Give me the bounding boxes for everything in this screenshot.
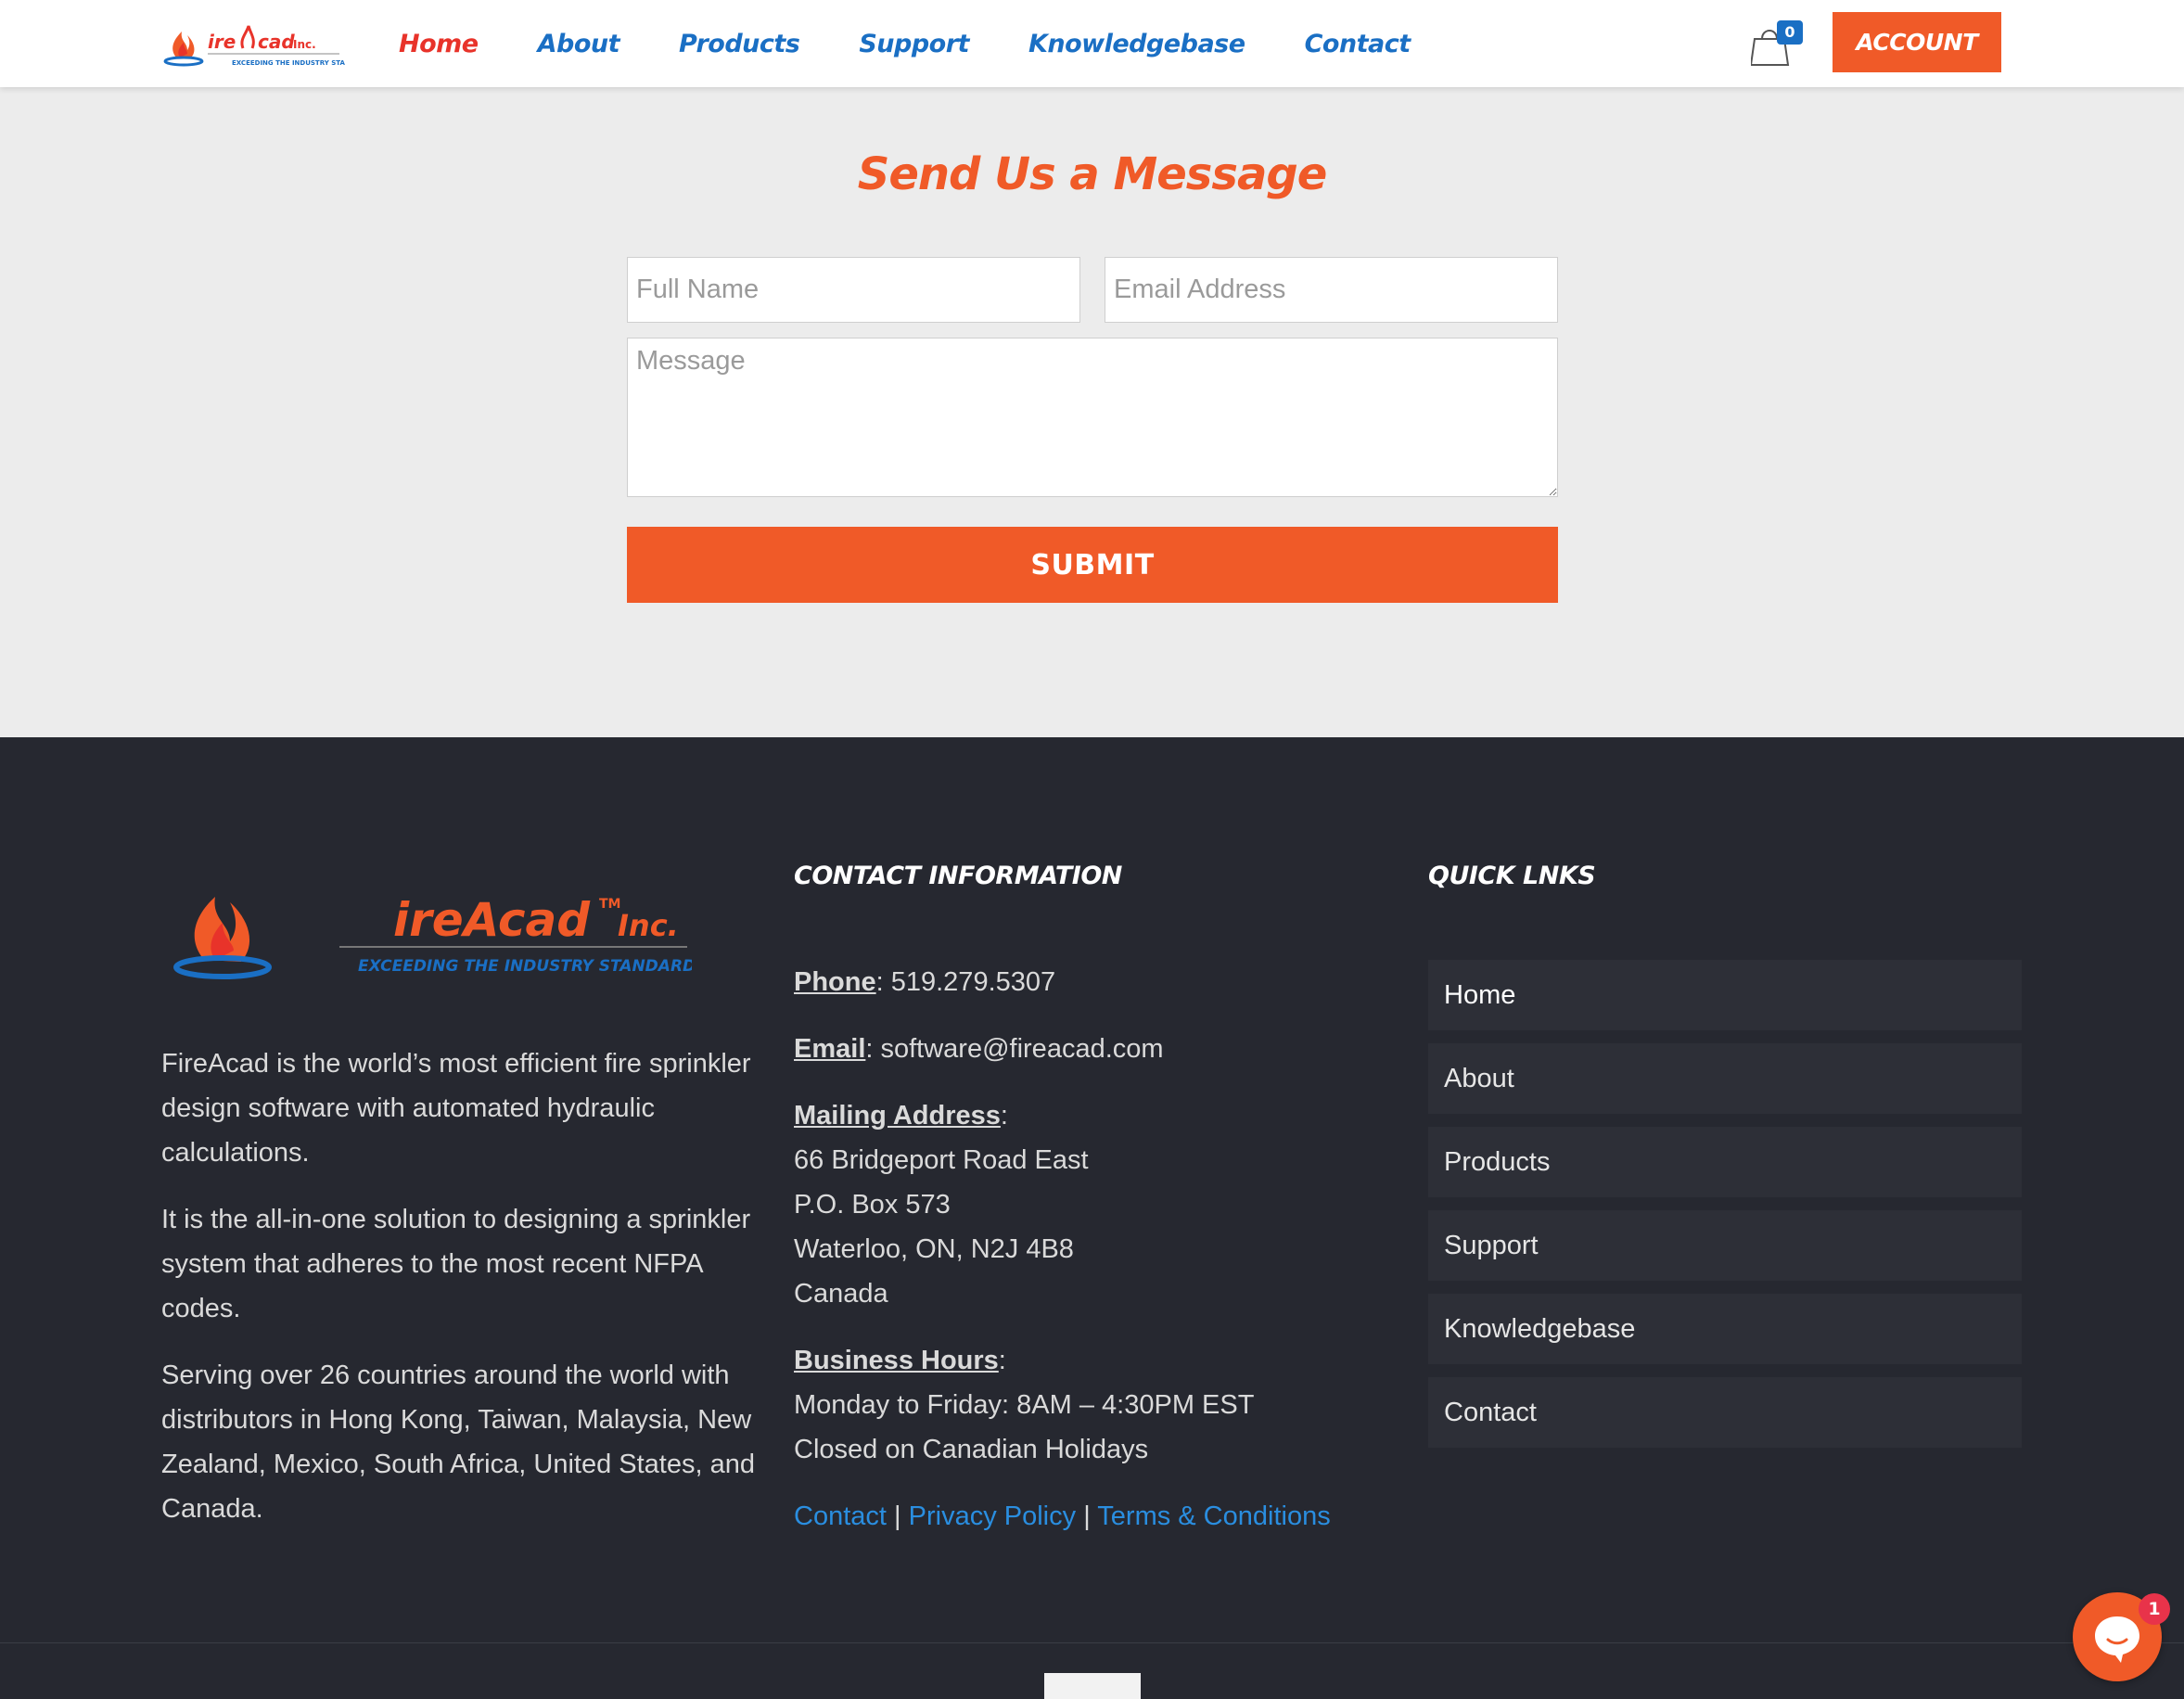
back-to-top-tab[interactable]: [1044, 1673, 1141, 1699]
phone-value: : 519.279.5307: [875, 967, 1056, 997]
email-line: Email: software@fireacad.com: [794, 1027, 1369, 1071]
main-nav: Home About Products Support Knowledgebas…: [399, 0, 1470, 87]
quick-link-products[interactable]: Products: [1428, 1127, 2022, 1197]
about-paragraph: FireAcad is the world’s most efficient f…: [161, 1049, 751, 1168]
email-label: Email: [794, 1034, 866, 1064]
form-title: Send Us a Message: [857, 148, 1328, 200]
contact-heading: CONTACT INFORMATION: [794, 862, 1122, 890]
about-paragraph: Serving over 26 countries around the wor…: [161, 1360, 755, 1524]
phone-label: Phone: [794, 967, 876, 997]
quick-link-home[interactable]: Home: [1428, 960, 2022, 1030]
quick-links-heading: QUICK LNKS: [1428, 862, 1596, 890]
phone-line: Phone: 519.279.5307: [794, 960, 1369, 1004]
footer-divider: [0, 1642, 2184, 1643]
nav-contact[interactable]: Contact: [1305, 30, 1411, 58]
footer-link-contact[interactable]: Contact: [794, 1501, 887, 1531]
hours-label: Business Hours: [794, 1346, 999, 1375]
quick-link-about[interactable]: About: [1428, 1043, 2022, 1114]
mailing-label: Mailing Address: [794, 1101, 1001, 1131]
nav-products[interactable]: Products: [679, 30, 800, 58]
quick-link-contact[interactable]: Contact: [1428, 1377, 2022, 1448]
footer-logo-suffix: Inc.: [618, 908, 679, 943]
svg-text:EXCEEDING THE INDUSTRY STANDAR: EXCEEDING THE INDUSTRY STANDARD: [232, 59, 345, 67]
site-footer: ireAcad TM Inc. EXCEEDING THE INDUSTRY S…: [0, 737, 2184, 1699]
legal-links: Contact | Privacy Policy | Terms & Condi…: [794, 1501, 1331, 1531]
email-input[interactable]: [1105, 257, 1558, 323]
quick-links-list: Home About Products Support Knowledgebas…: [1428, 960, 2022, 1461]
address-line: P.O. Box 573: [794, 1190, 951, 1220]
hours-line: Monday to Friday: 8AM – 4:30PM EST: [794, 1390, 1255, 1420]
nav-about[interactable]: About: [538, 30, 620, 58]
footer-logo-tagline: EXCEEDING THE INDUSTRY STANDARD: [358, 957, 692, 976]
full-name-input[interactable]: [627, 257, 1080, 323]
footer-link-privacy[interactable]: Privacy Policy: [909, 1501, 1077, 1531]
cart-count-badge: 0: [1777, 20, 1803, 45]
svg-text:cad: cad: [258, 31, 295, 53]
quick-link-knowledgebase[interactable]: Knowledgebase: [1428, 1294, 2022, 1364]
message-textarea[interactable]: [627, 338, 1558, 497]
mailing-address: Mailing Address: 66 Bridgeport Road East…: [794, 1093, 1369, 1316]
nav-knowledgebase[interactable]: Knowledgebase: [1028, 30, 1245, 58]
hours-line: Closed on Canadian Holidays: [794, 1435, 1149, 1464]
about-paragraph: It is the all-in-one solution to designi…: [161, 1205, 751, 1323]
nav-home[interactable]: Home: [399, 30, 479, 58]
account-button[interactable]: ACCOUNT: [1833, 12, 2001, 72]
footer-logo-wordmark: ireAcad: [393, 893, 591, 947]
email-value[interactable]: : software@fireacad.com: [865, 1034, 1163, 1064]
address-line: Waterloo, ON, N2J 4B8: [794, 1234, 1074, 1264]
svg-text:Inc.: Inc.: [293, 38, 316, 51]
address-line: 66 Bridgeport Road East: [794, 1145, 1089, 1175]
address-line: Canada: [794, 1279, 888, 1309]
submit-button[interactable]: SUBMIT: [627, 527, 1558, 603]
fireacad-footer-logo: ireAcad TM Inc. EXCEEDING THE INDUSTRY S…: [173, 893, 692, 979]
svg-text:ire: ire: [208, 31, 236, 53]
site-header: ire cad Inc. EXCEEDING THE INDUSTRY STAN…: [0, 0, 2184, 87]
contact-info: Phone: 519.279.5307 Email: software@fire…: [794, 960, 1369, 1539]
quick-link-support[interactable]: Support: [1428, 1210, 2022, 1281]
footer-link-terms[interactable]: Terms & Conditions: [1097, 1501, 1330, 1531]
nav-support[interactable]: Support: [859, 30, 969, 58]
about-text: FireAcad is the world’s most efficient f…: [161, 1041, 764, 1553]
chat-notification-badge: 1: [2139, 1593, 2170, 1625]
fireacad-logo[interactable]: ire cad Inc. EXCEEDING THE INDUSTRY STAN…: [163, 17, 345, 70]
business-hours: Business Hours: Monday to Friday: 8AM – …: [794, 1338, 1369, 1472]
